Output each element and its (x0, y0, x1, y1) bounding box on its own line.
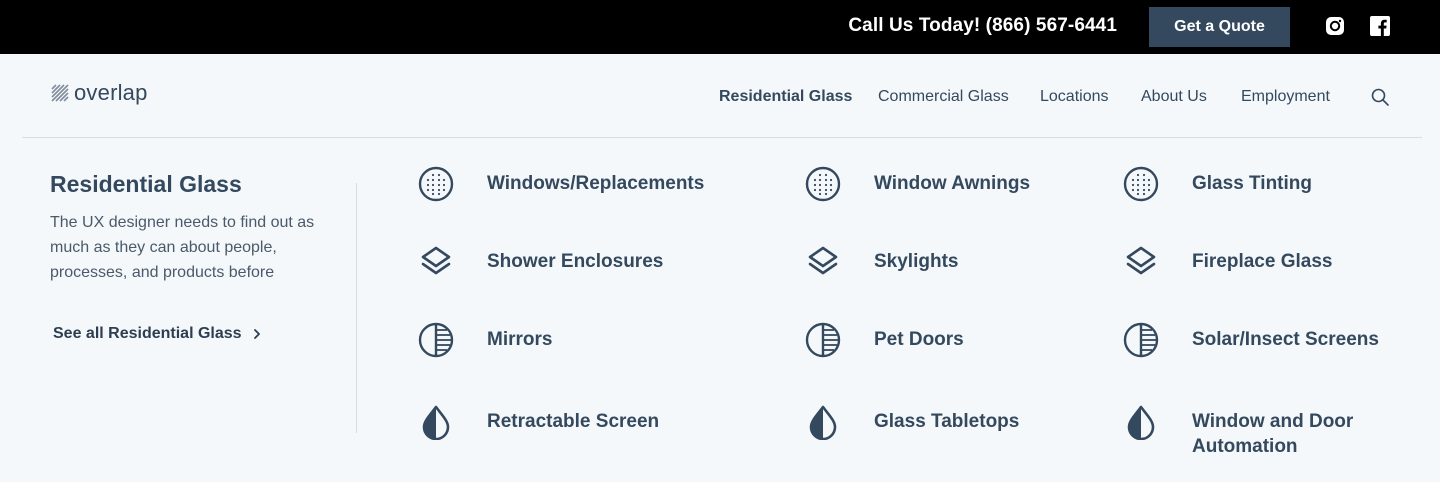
menu-item-label: Shower Enclosures (487, 251, 664, 272)
instagram-icon[interactable] (1325, 16, 1345, 36)
grid-dots-icon (1123, 166, 1159, 202)
search-icon[interactable] (1371, 88, 1389, 106)
main-nav: Residential Glass Commercial Glass Locat… (0, 88, 1440, 108)
menu-item-label: Skylights (874, 251, 959, 272)
menu-item-label: Retractable Screen (487, 411, 660, 432)
drop-icon (422, 405, 450, 440)
facebook-icon[interactable] (1370, 16, 1390, 36)
menu-item-window-awnings[interactable]: Window Awnings (805, 166, 1124, 202)
layers-icon (1126, 246, 1156, 275)
menu-item-label: Windows/Replacements (487, 173, 705, 194)
half-circle-lines-icon (805, 322, 841, 358)
get-a-quote-button[interactable]: Get a Quote (1149, 7, 1290, 47)
menu-item-label: Fireplace Glass (1192, 251, 1333, 272)
nav-employment[interactable]: Employment (1241, 88, 1330, 106)
chevron-right-icon (253, 329, 260, 339)
nav-about-us[interactable]: About Us (1141, 88, 1207, 106)
half-circle-lines-icon (1123, 322, 1159, 358)
menu-item-retractable-screen[interactable]: Retractable Screen (418, 404, 787, 440)
menu-item-windows-replacements[interactable]: Windows/Replacements (418, 166, 787, 202)
menu-item-label: Pet Doors (874, 329, 964, 350)
layers-icon (808, 246, 838, 275)
top-bar: Call Us Today! (866) 567-6441 Get a Quot… (0, 0, 1440, 54)
menu-item-label: Mirrors (487, 329, 553, 350)
drop-icon (809, 405, 837, 440)
see-all-residential-glass-link[interactable]: See all Residential Glass (53, 325, 262, 343)
menu-item-mirrors[interactable]: Mirrors (418, 322, 787, 358)
main-header: overlap Residential Glass Commercial Gla… (0, 54, 1440, 138)
menu-item-fireplace-glass[interactable]: Fireplace Glass (1123, 244, 1440, 280)
menu-item-skylights[interactable]: Skylights (805, 244, 1124, 280)
layers-icon (421, 246, 451, 275)
phone-number[interactable]: Call Us Today! (866) 567-6441 (848, 15, 1117, 37)
half-circle-lines-icon (418, 322, 454, 358)
menu-item-label: Glass Tabletops (874, 411, 1020, 432)
see-all-label: See all Residential Glass (53, 325, 242, 342)
menu-item-glass-tinting[interactable]: Glass Tinting (1123, 166, 1440, 202)
header-divider (22, 137, 1422, 138)
mega-menu-divider (356, 183, 357, 433)
menu-item-label: Solar/Insect Screens (1192, 329, 1379, 350)
menu-item-window-door-automation[interactable]: Window and Door Automation (1123, 404, 1402, 459)
menu-item-solar-insect-screens[interactable]: Solar/Insect Screens (1123, 322, 1440, 358)
menu-item-glass-tabletops[interactable]: Glass Tabletops (805, 404, 1124, 440)
nav-residential-glass[interactable]: Residential Glass (719, 88, 852, 106)
nav-commercial-glass[interactable]: Commercial Glass (878, 88, 1009, 106)
mega-menu-intro: Residential Glass The UX designer needs … (50, 171, 330, 285)
nav-locations[interactable]: Locations (1040, 88, 1109, 106)
mega-menu-title: Residential Glass (50, 171, 242, 197)
grid-dots-icon (805, 166, 841, 202)
mega-menu-description: The UX designer needs to find out as muc… (50, 214, 315, 281)
menu-item-pet-doors[interactable]: Pet Doors (805, 322, 1124, 358)
drop-icon (1127, 405, 1155, 440)
menu-item-label: Window and Door Automation (1192, 411, 1354, 457)
grid-dots-icon (418, 166, 454, 202)
menu-item-label: Glass Tinting (1192, 173, 1313, 194)
menu-item-label: Window Awnings (874, 173, 1031, 194)
menu-item-shower-enclosures[interactable]: Shower Enclosures (418, 244, 787, 280)
